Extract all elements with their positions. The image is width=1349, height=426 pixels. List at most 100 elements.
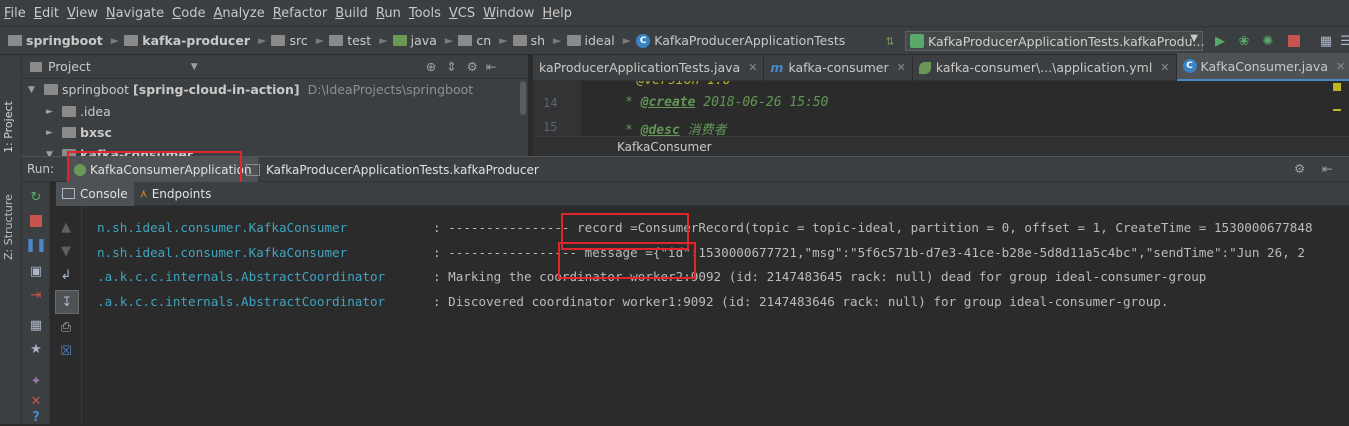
chevron-right-icon: ► — [110, 34, 120, 47]
scroll-to-end-icon[interactable]: ↧ — [55, 290, 79, 314]
breadcrumb-cn[interactable]: cn — [458, 33, 491, 48]
breadcrumb-class[interactable]: C KafkaProducerApplicationTests — [636, 33, 845, 48]
run-icon[interactable]: ▶ — [1212, 33, 1228, 49]
console-line: n.sh.ideal.consumer.KafkaConsumer: -----… — [97, 220, 1313, 235]
breadcrumb-ideal[interactable]: ideal — [566, 33, 615, 48]
code-editor[interactable]: * @version 1.0 * @create 2018-06-26 15:5… — [533, 81, 1349, 136]
editor-breadcrumb-class[interactable]: KafkaConsumer — [617, 140, 712, 154]
rerun-icon[interactable]: ↻ — [27, 188, 45, 206]
chevron-down-icon[interactable]: ▼ — [28, 85, 38, 95]
project-structure-icon[interactable]: ▦ — [1318, 33, 1334, 49]
project-tree-scrollbar[interactable] — [520, 81, 526, 115]
run-subtabs: Console ⋏ Endpoints — [56, 181, 1349, 206]
project-tool-button[interactable]: 1: Project — [2, 63, 15, 153]
close-icon[interactable]: ✕ — [748, 61, 757, 74]
project-view-icon — [30, 61, 42, 72]
menu-build[interactable]: Build — [335, 6, 368, 21]
tree-root-springboot[interactable]: ▼ springboot [spring-cloud-in-action] D:… — [28, 82, 473, 97]
editor-tab-application-yml[interactable]: kafka-consumer\...\application.yml ✕ — [913, 54, 1177, 81]
menu-analyze[interactable]: Analyze — [213, 6, 264, 21]
tree-item-bxsc[interactable]: ► bxsc — [46, 125, 112, 140]
warning-marker[interactable] — [1333, 83, 1341, 91]
menu-navigate[interactable]: Navigate — [106, 6, 164, 21]
package-icon — [512, 35, 527, 46]
close-icon[interactable]: ✕ — [1160, 61, 1169, 74]
breadcrumb-kafka-producer[interactable]: kafka-producer — [124, 33, 250, 48]
breadcrumb-java[interactable]: java — [392, 33, 437, 48]
breadcrumb-test[interactable]: test — [329, 33, 371, 48]
chevron-right-icon[interactable]: ► — [46, 128, 56, 138]
settings-gear-icon[interactable]: ⚙ — [467, 59, 478, 74]
tab-console[interactable]: Console — [56, 181, 134, 206]
editor-tab-kafka-consumer-java[interactable]: C KafkaConsumer.java ✕ — [1176, 53, 1349, 82]
test-config-icon — [246, 164, 260, 176]
camera-dump-icon[interactable]: ▣ — [27, 262, 45, 280]
menu-code[interactable]: Code — [172, 6, 205, 21]
overflow-icon[interactable]: ☰ — [1338, 33, 1349, 49]
structure-tool-button[interactable]: Z: Structure — [2, 150, 15, 260]
menu-tools[interactable]: Tools — [409, 6, 441, 21]
tree-item-idea[interactable]: ► .idea — [46, 104, 111, 119]
package-icon — [458, 35, 473, 46]
menu-refactor[interactable]: Refactor — [273, 6, 328, 21]
spring-leaf-icon — [918, 61, 931, 74]
line-number-gutter: 14 15 — [533, 81, 581, 136]
menu-vcs[interactable]: VCS — [449, 6, 475, 21]
chevron-right-icon: ► — [622, 34, 632, 47]
menu-edit[interactable]: Edit — [34, 6, 59, 21]
folder-icon — [8, 35, 22, 46]
breadcrumb-src[interactable]: src — [271, 33, 308, 48]
module-folder-icon — [124, 35, 139, 46]
run-label: Run: — [27, 162, 55, 176]
console-icon — [62, 188, 75, 199]
hide-panel-icon[interactable]: ⇤ — [1322, 161, 1332, 176]
locate-icon[interactable]: ⊕ — [426, 59, 436, 74]
vcs-update-icon[interactable]: ⇅ — [882, 33, 898, 49]
menu-run[interactable]: Run — [376, 6, 401, 21]
stop-icon[interactable] — [27, 212, 45, 230]
layout-icon[interactable]: ▦ — [27, 316, 45, 334]
editor-breadcrumb: KafkaConsumer — [533, 136, 1349, 156]
debug-icon[interactable]: ❀ — [1236, 33, 1252, 49]
collapse-icon[interactable]: ⇕ — [446, 59, 456, 74]
menu-help[interactable]: Help — [542, 6, 572, 21]
settings-gear-icon[interactable]: ⚙ — [1294, 161, 1305, 176]
chevron-down-icon[interactable]: ▼ — [191, 62, 198, 72]
chevron-right-icon: ► — [444, 34, 454, 47]
plugin-icon[interactable]: ✦ — [27, 372, 45, 390]
hide-panel-icon[interactable]: ⇤ — [486, 59, 496, 74]
breadcrumb-sh[interactable]: sh — [512, 33, 545, 48]
console-output[interactable]: n.sh.ideal.consumer.KafkaConsumer: -----… — [82, 206, 1349, 424]
menu-file[interactable]: File — [4, 6, 26, 21]
close-icon[interactable]: ✕ — [1336, 60, 1345, 73]
soft-wrap-icon[interactable]: ↲ — [57, 266, 75, 284]
up-arrow-icon[interactable]: ▲ — [57, 218, 75, 236]
editor-tab-kafka-consumer[interactable]: m kafka-consumer ✕ — [764, 54, 913, 81]
tab-endpoints[interactable]: ⋏ Endpoints — [134, 182, 218, 206]
editor-tab-producer-tests[interactable]: kaProducerApplicationTests.java ✕ — [533, 54, 765, 81]
stop-icon[interactable] — [1286, 33, 1302, 49]
chevron-right-icon[interactable]: ► — [46, 107, 56, 117]
menu-window[interactable]: Window — [483, 6, 534, 21]
package-icon — [566, 35, 581, 46]
pin-icon[interactable]: ★ — [27, 340, 45, 358]
maven-icon: m — [770, 60, 784, 75]
code-line-partial: * @version 1.0 — [621, 81, 731, 88]
project-panel-header: Project ▼ ⊕ ⇕ ⚙ ⇤ — [22, 55, 528, 79]
close-icon[interactable]: ✕ — [897, 61, 906, 74]
menu-view[interactable]: View — [67, 6, 98, 21]
run-configuration-select[interactable]: KafkaProducerApplicationTests.kafkaProdu… — [905, 31, 1204, 51]
run-tab-producer-tests[interactable]: KafkaProducerApplicationTests.kafkaProdu… — [240, 157, 555, 183]
exit-icon[interactable]: ⇥ — [27, 286, 45, 304]
help-icon[interactable]: ? — [27, 408, 45, 426]
folder-icon — [271, 35, 286, 46]
coverage-icon[interactable]: ✺ — [1260, 33, 1276, 49]
stop-square — [30, 215, 42, 227]
error-stripe-marker[interactable] — [1333, 109, 1341, 111]
pause-icon[interactable]: ❚❚ — [25, 236, 47, 254]
down-arrow-icon[interactable]: ▼ — [57, 242, 75, 260]
module-folder-icon — [62, 127, 76, 138]
print-icon[interactable]: ⎙ — [57, 318, 75, 336]
breadcrumb-springboot[interactable]: springboot — [8, 33, 103, 48]
trash-icon[interactable]: ☒ — [57, 342, 75, 360]
